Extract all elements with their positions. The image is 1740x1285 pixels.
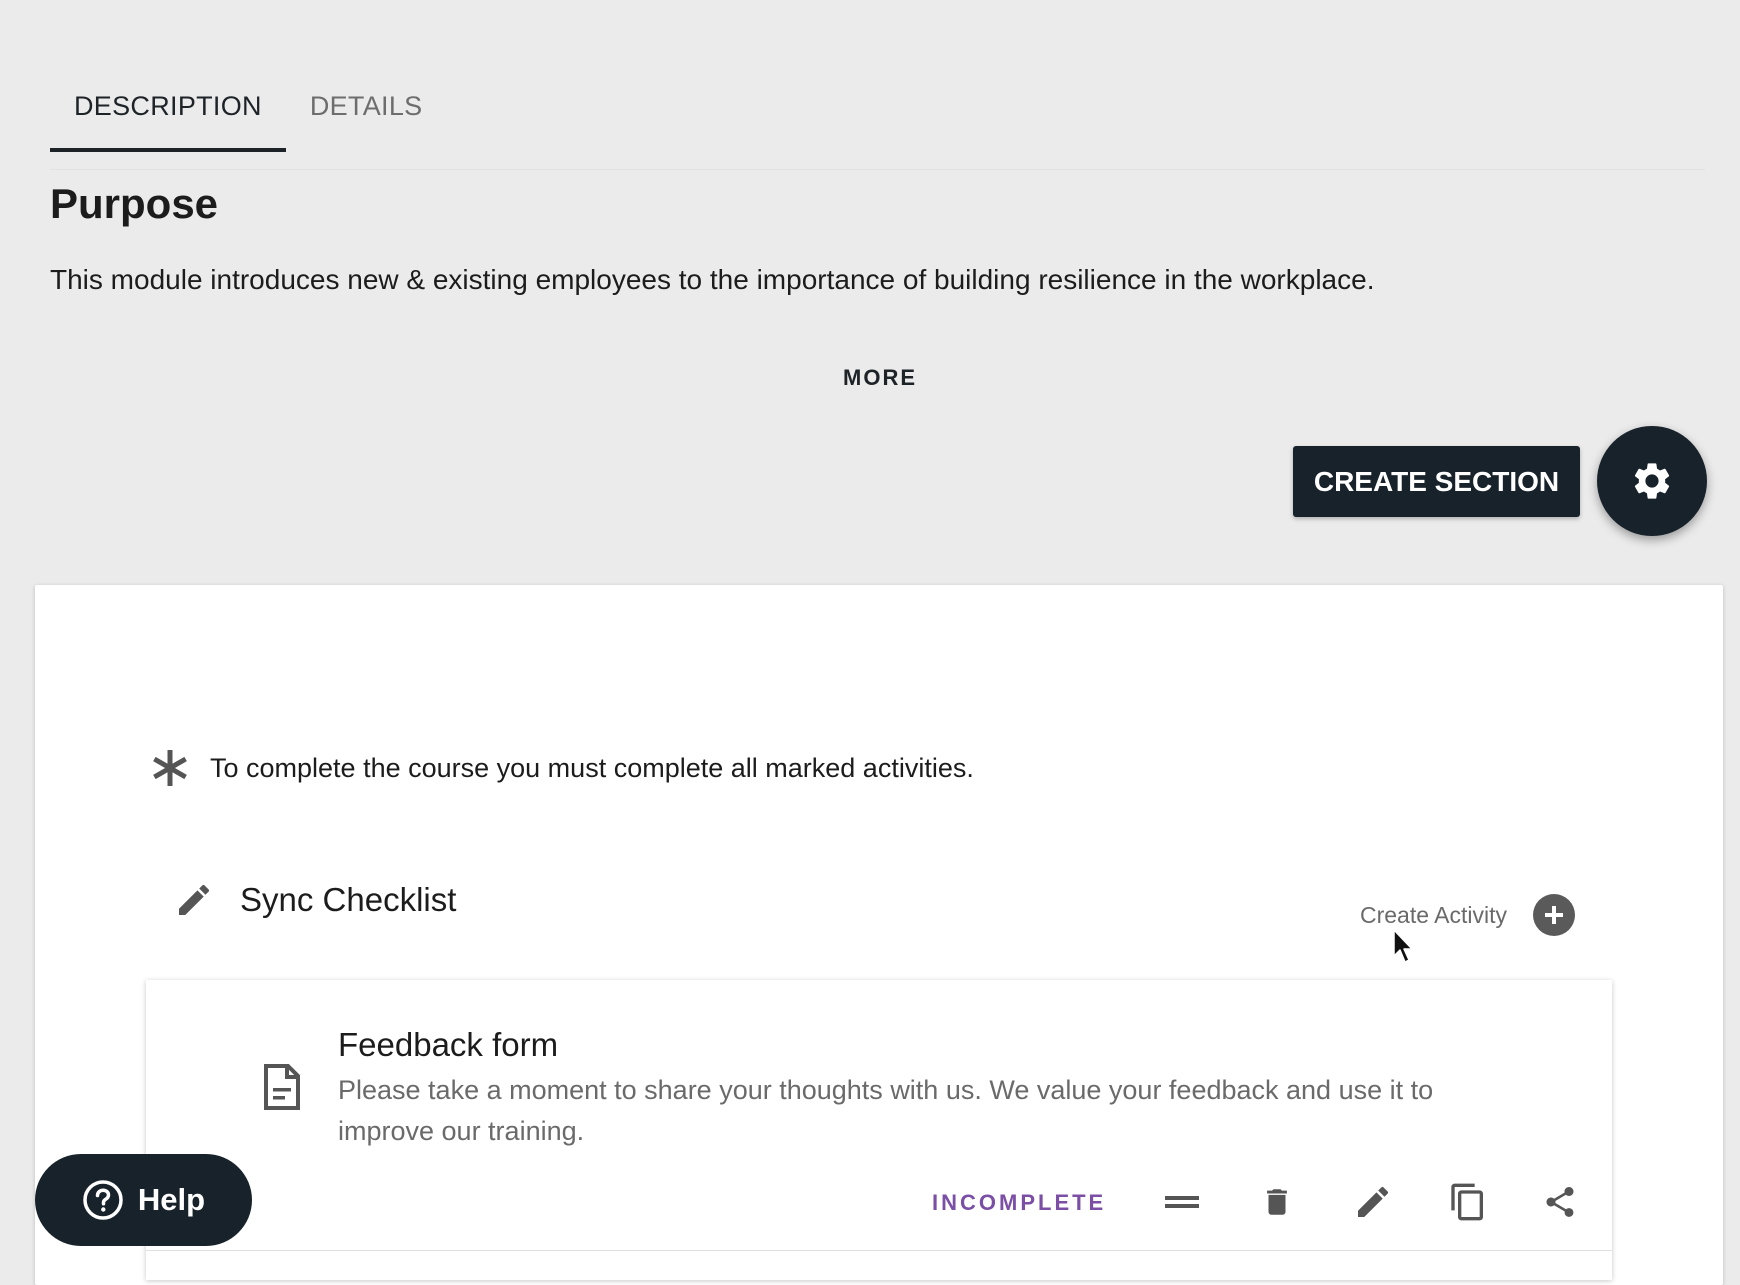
settings-button[interactable] (1597, 426, 1707, 536)
help-icon (83, 1180, 123, 1220)
activity-description: Please take a moment to share your thoug… (338, 1075, 1434, 1146)
activity-title[interactable]: Feedback form (338, 1026, 558, 1064)
divider (50, 169, 1705, 170)
create-activity-button[interactable]: Create Activity (1360, 894, 1575, 936)
edit-icon[interactable] (1351, 1180, 1395, 1224)
help-label: Help (137, 1182, 206, 1217)
section-title: Sync Checklist (240, 881, 457, 918)
tab-details[interactable]: DETAILS (286, 60, 447, 152)
tab-bar: DESCRIPTION DETAILS (50, 60, 446, 152)
purpose-text: This module introduces new & existing em… (50, 264, 1375, 295)
activity-divider (146, 1250, 1612, 1251)
edit-section-icon[interactable] (172, 878, 216, 922)
create-activity-label: Create Activity (1360, 901, 1507, 928)
gear-icon (1634, 463, 1670, 499)
section-header: Sync Checklist (172, 878, 456, 922)
purpose-title: Purpose (50, 180, 219, 227)
trash-icon[interactable] (1255, 1180, 1299, 1224)
help-button[interactable]: Help (35, 1154, 252, 1246)
drag-handle-icon[interactable] (1160, 1180, 1204, 1224)
create-section-button[interactable]: CREATE SECTION (1293, 446, 1580, 517)
required-note: To complete the course you must complete… (150, 748, 974, 788)
status-badge: INCOMPLETE (932, 1190, 1107, 1215)
more-button[interactable]: MORE (820, 360, 940, 396)
share-icon[interactable] (1538, 1180, 1582, 1224)
asterisk-icon (150, 748, 190, 788)
required-text: To complete the course you must complete… (210, 752, 974, 783)
plus-icon[interactable] (1533, 894, 1575, 936)
document-icon (262, 1063, 302, 1111)
copy-icon[interactable] (1446, 1180, 1490, 1224)
tab-description[interactable]: DESCRIPTION (50, 60, 286, 152)
